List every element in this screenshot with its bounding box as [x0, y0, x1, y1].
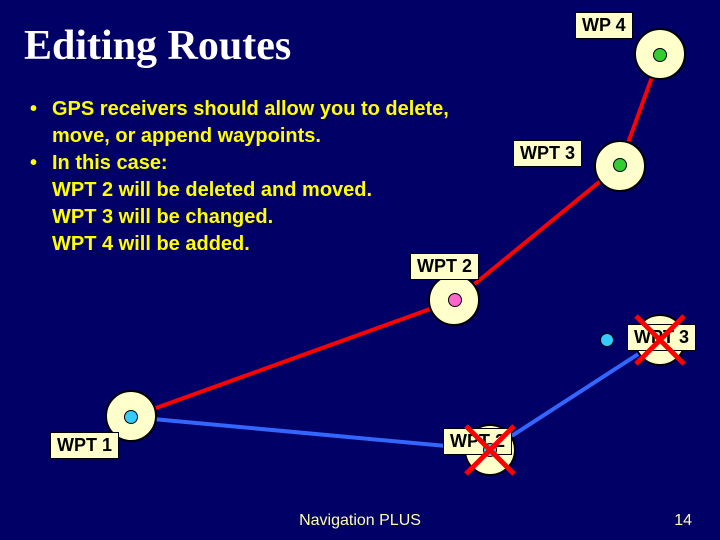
bullet-item: WPT 2 will be deleted and moved.: [30, 177, 490, 204]
waypoint-label-wpt2-old: WPT 2: [443, 428, 512, 455]
bullet-dot-icon: •: [30, 96, 52, 150]
slide-title: Editing Routes: [24, 22, 291, 70]
waypoint-dot-wp4: [653, 48, 667, 62]
waypoint-label-wpt2-new: WPT 2: [410, 253, 479, 280]
waypoint-label-wpt3-new: WPT 3: [513, 140, 582, 167]
bullet-dot-icon: •: [30, 150, 52, 177]
bullet-item: • In this case:: [30, 150, 490, 177]
bullet-text: WPT 3 will be changed.: [52, 204, 490, 231]
waypoint-dot-wpt3-old: [600, 333, 614, 347]
waypoint-dot-wpt2-new: [448, 293, 462, 307]
bullet-text: In this case:: [52, 150, 490, 177]
waypoint-dot-wpt1: [124, 410, 138, 424]
bullet-text: GPS receivers should allow you to delete…: [52, 96, 490, 150]
page-number: 14: [674, 512, 692, 530]
waypoint-label-wpt1: WPT 1: [50, 432, 119, 459]
waypoint-label-wpt3-old: WPT 3: [627, 324, 696, 351]
bullet-item: • GPS receivers should allow you to dele…: [30, 96, 490, 150]
footer-title: Navigation PLUS: [0, 512, 720, 530]
waypoint-dot-wpt2-old: [483, 443, 497, 457]
bullet-list: • GPS receivers should allow you to dele…: [30, 96, 490, 258]
waypoint-dot-wpt3-new: [613, 158, 627, 172]
route-lines: [0, 0, 720, 540]
bullet-text: WPT 2 will be deleted and moved.: [52, 177, 490, 204]
waypoint-label-wp4: WP 4: [575, 12, 633, 39]
bullet-item: WPT 3 will be changed.: [30, 204, 490, 231]
